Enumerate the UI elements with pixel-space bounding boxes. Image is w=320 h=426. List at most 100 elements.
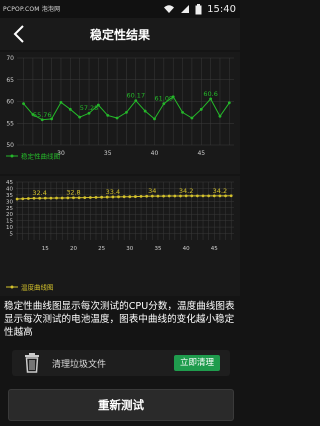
temperature-data-label: 32.4 — [32, 189, 46, 197]
stability-data-point — [134, 99, 138, 103]
temperature-data-point — [122, 195, 126, 199]
temperature-data-point — [212, 194, 216, 198]
stability-data-point — [227, 101, 231, 105]
temperature-data-point — [88, 196, 92, 199]
stability-data-point — [190, 116, 194, 120]
temperature-data-point — [218, 194, 222, 198]
temperature-legend-label: 温度曲线图 — [21, 283, 54, 292]
status-bar: PCPOP.COM 泡泡网 15:40 — [0, 0, 240, 18]
stability-x-tick-label: 35 — [104, 150, 112, 157]
stability-x-tick-label: 40 — [151, 150, 159, 157]
signal-icon — [181, 5, 190, 13]
temperature-data-point — [32, 196, 36, 200]
temperature-data-label: 33.4 — [106, 188, 120, 196]
temperature-data-point — [111, 195, 115, 199]
stability-data-label: 61.09 — [155, 95, 174, 103]
temperature-y-tick-label: 10 — [6, 225, 13, 231]
temperature-y-tick-label: 25 — [6, 206, 13, 212]
temperature-data-point — [83, 196, 87, 199]
watermark: PCPOP.COM 泡泡网 — [3, 6, 61, 13]
battery-full-icon — [195, 3, 202, 14]
stability-data-point — [22, 102, 25, 106]
temperature-data-point — [128, 195, 132, 199]
clean-junk-bar: 清理垃圾文件 立即清理 — [12, 350, 230, 376]
stability-y-tick-label: 50 — [6, 142, 14, 149]
temperature-y-tick-label: 20 — [6, 212, 13, 218]
clean-now-button[interactable]: 立即清理 — [174, 355, 220, 371]
stability-data-point — [125, 110, 128, 114]
temperature-data-point — [224, 194, 227, 198]
temperature-y-tick-label: 5 — [10, 232, 14, 238]
temperature-data-point — [21, 197, 25, 201]
stability-y-tick-label: 70 — [6, 55, 14, 62]
stability-y-tick-label: 55 — [6, 120, 14, 127]
temperature-data-label: 34.2 — [179, 187, 193, 195]
temperature-data-point — [201, 194, 205, 198]
temperature-data-point — [72, 196, 75, 200]
page-title: 稳定性结果 — [89, 28, 150, 42]
temperature-data-point — [134, 195, 137, 198]
status-time: 15:40 — [207, 3, 236, 15]
stability-chart: 505560657030 35 40 4555.7657.2860.17 61.0960… — [6, 55, 234, 161]
temperature-data-point — [77, 196, 81, 200]
temperature-chart-panel: 5 10 15 20 25 30 35 40 45 15 20 25 30 35 40 45 32.4 32.8 3… — [0, 176, 240, 296]
temperature-data-point — [184, 194, 188, 198]
temperature-data-point — [60, 196, 64, 200]
temperature-chart: 5101520253035404515 20 25 30 35 40 4532.4 32.8 3… — [6, 180, 234, 292]
temperature-y-tick-label: 35 — [6, 193, 13, 199]
temperature-y-tick-label: 40 — [6, 186, 13, 192]
stability-data-label: 60.6 — [203, 90, 217, 98]
temperature-x-tick-label: 40 — [183, 246, 190, 252]
temperature-y-tick-label: 30 — [6, 199, 13, 205]
temperature-data-label: 34 — [148, 187, 156, 195]
stability-data-label: 55.76 — [33, 111, 52, 119]
temperature-data-point — [55, 196, 58, 200]
wifi-icon — [164, 5, 175, 13]
stability-data-point — [218, 114, 222, 118]
app-bar: 稳定性结果 — [0, 18, 240, 50]
stability-data-point — [181, 110, 184, 114]
retest-button[interactable]: 重新测试 — [8, 389, 234, 421]
temperature-data-point — [38, 196, 42, 200]
stability-data-point — [87, 111, 91, 115]
temperature-y-tick-label: 15 — [6, 219, 13, 225]
stability-data-point — [59, 100, 63, 104]
stability-y-tick-label: 60 — [6, 99, 14, 106]
temperature-data-point — [229, 194, 233, 198]
temperature-x-tick-label: 30 — [126, 246, 133, 252]
stability-data-label: 60.17 — [126, 92, 145, 100]
stability-chart-panel: 50 55 60 65 70 30 35 40 45 55.76 57.28 60.17 61.09 60… — [0, 52, 240, 174]
temperature-x-tick-label: 35 — [154, 246, 161, 252]
temperature-x-tick-label: 20 — [70, 246, 77, 252]
temperature-data-point — [100, 195, 104, 199]
temperature-x-tick-label: 25 — [98, 246, 105, 252]
temperature-data-point — [156, 194, 160, 198]
temperature-x-tick-label: 45 — [211, 246, 218, 252]
temperature-data-point — [173, 194, 177, 198]
temperature-data-point — [94, 195, 98, 199]
temperature-legend-marker — [10, 285, 14, 289]
temperature-data-point — [105, 195, 109, 199]
temperature-y-tick-label: 45 — [6, 180, 13, 186]
stability-data-point — [78, 115, 82, 119]
stability-data-point — [40, 118, 44, 122]
temperature-data-point — [207, 194, 211, 198]
temperature-data-point — [162, 194, 165, 198]
temperature-data-point — [49, 196, 53, 200]
temperature-data-label: 34.2 — [213, 187, 227, 195]
temperature-data-point — [190, 194, 194, 198]
stability-x-tick-label: 45 — [197, 150, 205, 157]
temperature-data-point — [15, 197, 19, 201]
temperature-data-point — [150, 194, 154, 198]
temperature-data-point — [179, 194, 182, 198]
temperature-data-point — [139, 195, 143, 198]
temperature-data-label: 32.8 — [66, 189, 80, 197]
stability-data-point — [199, 107, 203, 111]
stability-data-point — [209, 97, 213, 101]
temperature-data-point — [66, 196, 70, 200]
stability-data-point — [153, 117, 156, 121]
temperature-data-point — [167, 194, 171, 198]
temperature-data-point — [26, 197, 30, 200]
stability-data-point — [115, 116, 119, 120]
temperature-data-point — [195, 194, 199, 198]
